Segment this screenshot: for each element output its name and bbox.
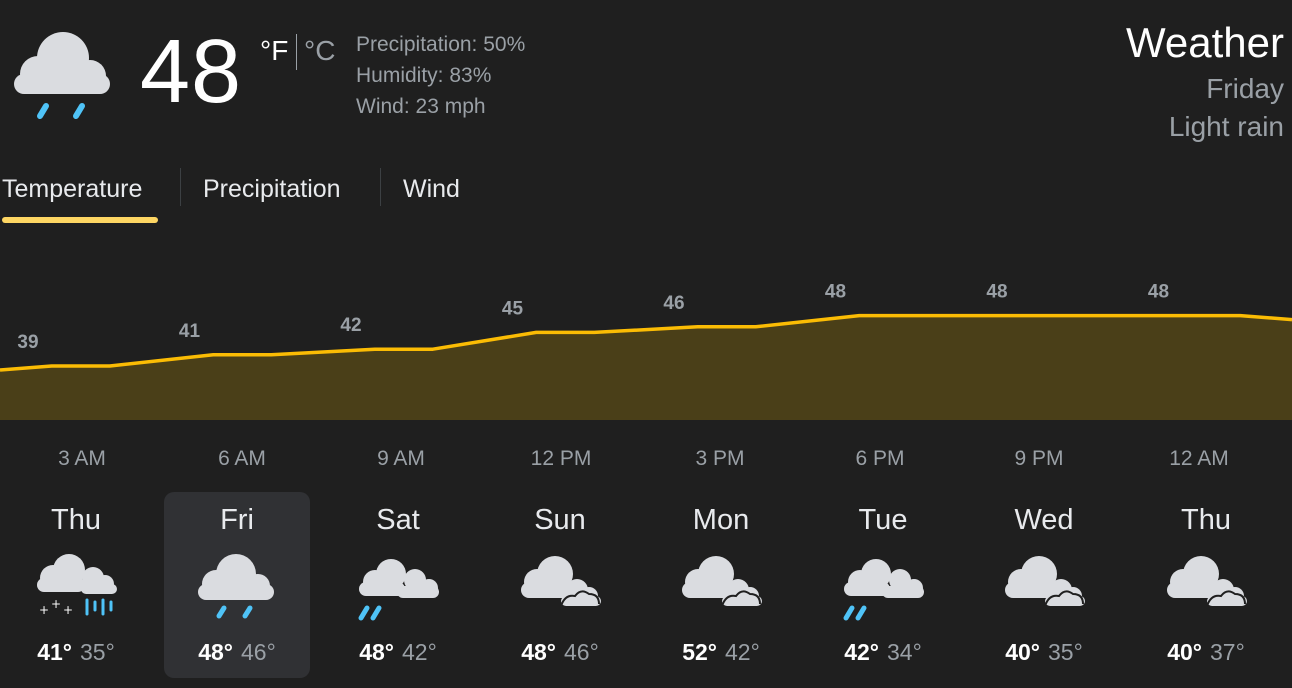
temperature-data-label: 48 — [1148, 282, 1169, 303]
forecast-day-label: Mon — [692, 504, 750, 536]
hour-label: 12 PM — [530, 447, 592, 470]
forecast-high: 48° — [198, 639, 233, 665]
forecast-high: 42° — [844, 639, 879, 665]
showers-icon — [843, 559, 924, 621]
forecast-day-label: Thu — [51, 504, 101, 536]
forecast-low: 46° — [564, 639, 599, 665]
current-condition: Light rain — [1168, 111, 1284, 142]
tab-wind[interactable]: Wind — [403, 172, 460, 206]
forecast-day[interactable]: Sun 48° 46° — [487, 492, 633, 678]
forecast-day-label: Thu — [1181, 504, 1231, 536]
forecast-high: 48° — [521, 639, 556, 665]
forecast-day-label: Tue — [858, 504, 908, 536]
forecast-low: 35° — [80, 639, 115, 665]
forecast-high: 48° — [359, 639, 394, 665]
hour-label: 9 PM — [1014, 447, 1064, 470]
rain-cloud-icon — [192, 550, 282, 619]
forecast-day[interactable]: Wed 40° 35° — [971, 492, 1117, 678]
tab-precipitation[interactable]: Precipitation — [203, 172, 341, 206]
temperature-data-label: 42 — [340, 315, 361, 336]
forecast-high: 52° — [682, 639, 717, 665]
forecast-day-selected[interactable]: Fri 48° 46° — [164, 492, 310, 678]
unit-celsius-toggle[interactable]: °C — [304, 34, 335, 68]
weather-title: Weather — [1126, 19, 1284, 66]
forecast-day[interactable]: Sat 48° 42° — [325, 492, 471, 678]
forecast-low: 37° — [1210, 639, 1245, 665]
forecast-low: 42° — [402, 639, 437, 665]
temperature-data-label: 45 — [502, 298, 524, 319]
svg-text:+: + — [51, 597, 61, 611]
svg-text:+: + — [63, 603, 73, 617]
cloudy-icon — [682, 556, 762, 607]
forecast-day-label: Fri — [220, 504, 254, 536]
temperature-data-label: 41 — [179, 321, 201, 342]
hour-label: 3 PM — [695, 447, 745, 470]
temperature-data-label: 39 — [17, 332, 38, 353]
hour-label: 3 AM — [58, 447, 106, 470]
temperature-data-label: 46 — [663, 293, 684, 314]
precipitation-detail: Precipitation: 50% — [356, 33, 526, 56]
current-temperature: 48 — [140, 22, 243, 122]
cloudy-icon — [1167, 556, 1247, 607]
showers-icon — [358, 559, 439, 621]
forecast-day[interactable]: Thu + + + 41° 35° — [3, 492, 149, 678]
hour-label: 6 PM — [855, 447, 905, 470]
tab-divider — [180, 168, 181, 206]
rain-cloud-icon — [14, 32, 110, 119]
cloudy-icon — [1005, 556, 1085, 607]
forecast-day[interactable]: Thu 40° 37° — [1133, 492, 1279, 678]
forecast-low: 35° — [1048, 639, 1083, 665]
forecast-day-label: Sun — [534, 504, 586, 536]
forecast-high: 40° — [1005, 639, 1040, 665]
svg-text:+: + — [39, 603, 49, 617]
forecast-high: 41° — [37, 639, 72, 665]
hour-label: 12 AM — [1169, 447, 1229, 470]
tab-temperature[interactable]: Temperature — [2, 172, 142, 206]
cloudy-icon — [521, 556, 601, 607]
forecast-day-label: Sat — [376, 504, 420, 536]
hour-label: 6 AM — [218, 447, 266, 470]
active-tab-indicator — [2, 217, 158, 223]
temperature-data-label: 48 — [986, 282, 1007, 303]
forecast-low: 46° — [241, 639, 276, 665]
wind-detail: Wind: 23 mph — [356, 95, 486, 118]
hour-label: 9 AM — [377, 447, 425, 470]
humidity-detail: Humidity: 83% — [356, 64, 492, 87]
forecast-day[interactable]: Mon 52° 42° — [648, 492, 794, 678]
forecast-high: 40° — [1167, 639, 1202, 665]
temperature-data-label: 48 — [825, 282, 846, 303]
forecast-low: 34° — [887, 639, 922, 665]
forecast-day-label: Wed — [1014, 504, 1074, 536]
rain-snow-icon: + + + — [37, 554, 117, 617]
forecast-day[interactable]: Tue 42° 34° — [810, 492, 956, 678]
tab-divider — [380, 168, 381, 206]
temperature-chart: 39 41 42 45 46 48 48 48 — [0, 282, 1292, 420]
forecast-low: 42° — [725, 639, 760, 665]
unit-divider — [296, 34, 297, 70]
current-day: Friday — [1206, 73, 1284, 104]
unit-fahrenheit-toggle[interactable]: °F — [260, 34, 288, 68]
